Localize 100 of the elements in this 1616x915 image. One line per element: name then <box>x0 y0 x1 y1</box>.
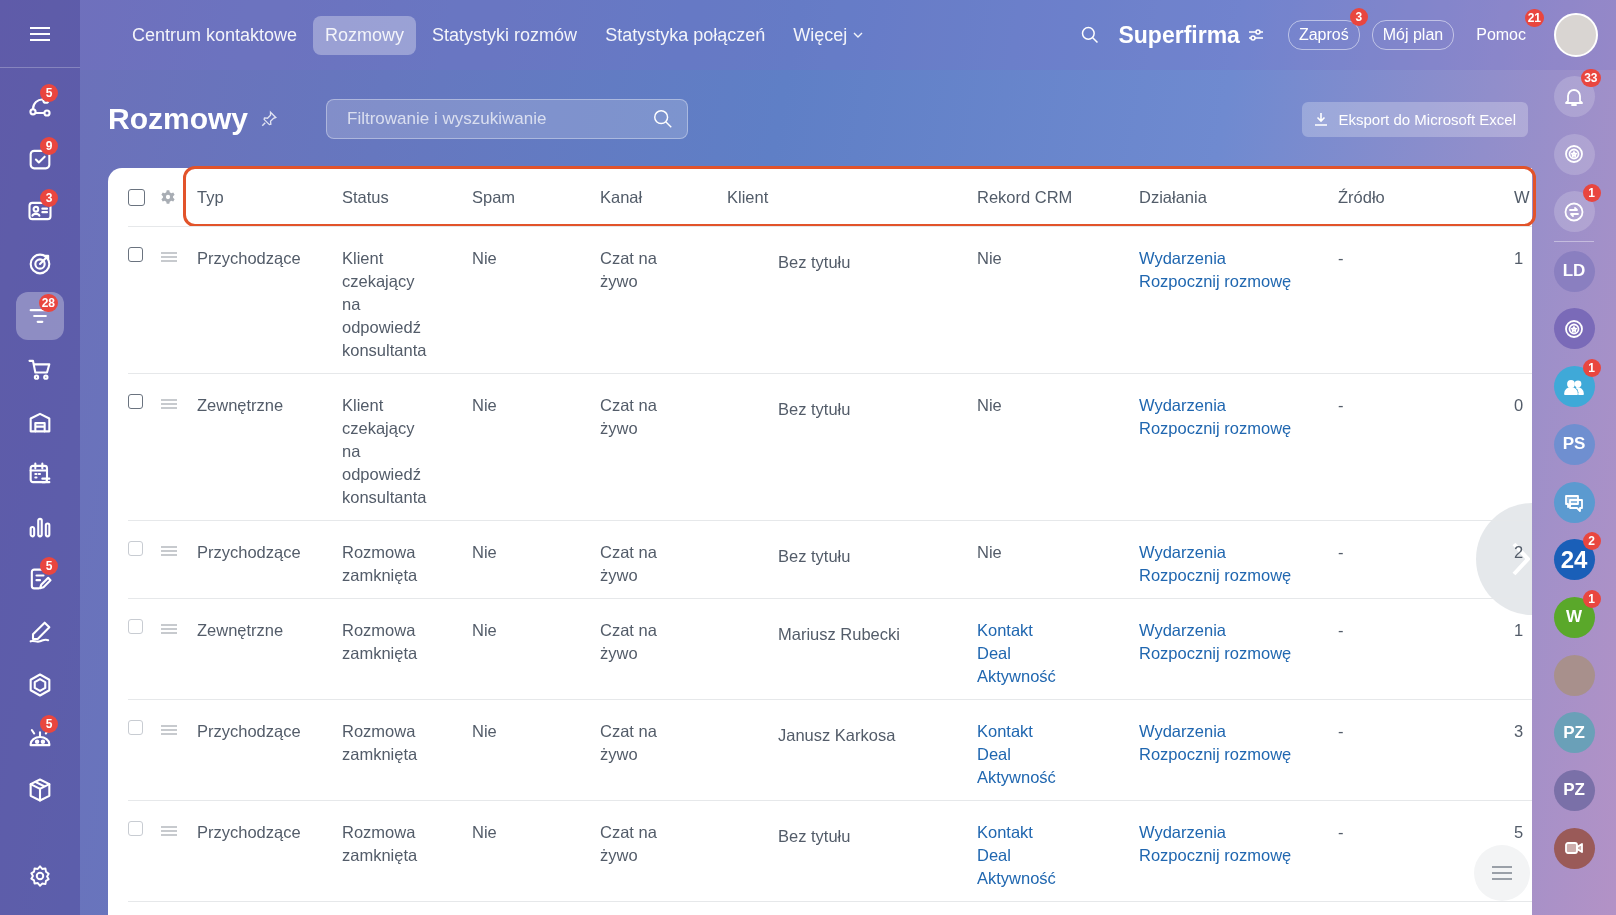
list-icon <box>1491 865 1513 881</box>
column-header[interactable]: Kanał <box>600 185 643 209</box>
table-cell-text: Rozmowa zamknięta <box>342 822 418 866</box>
search-icon[interactable] <box>652 108 674 130</box>
column-header[interactable]: Klient <box>727 185 769 209</box>
action-link[interactable]: Wydarzenia <box>1139 394 1338 417</box>
drag-handle-icon[interactable] <box>160 397 178 411</box>
client-name: Bez tytułu <box>778 399 852 420</box>
notification-badge: 1 <box>1582 589 1601 608</box>
notification-badge: 1 <box>1582 184 1601 203</box>
table-cell-text: 5 <box>1514 822 1524 843</box>
table-cell-text: 3 <box>1514 721 1524 742</box>
settings-icon[interactable] <box>27 863 53 889</box>
pin-icon[interactable] <box>260 110 278 128</box>
drag-handle-icon[interactable] <box>160 723 178 737</box>
sidebar-button[interactable] <box>1553 481 1595 523</box>
drag-handle-icon[interactable] <box>160 622 178 636</box>
avatar-initials[interactable]: LD <box>1553 250 1595 292</box>
table-cell-text: Przychodzące <box>197 542 302 563</box>
checkbox[interactable] <box>128 247 143 262</box>
table-cell-text: Rozmowa zamknięta <box>342 721 418 765</box>
sidebar-item[interactable]: 5 <box>16 555 64 604</box>
checkbox[interactable] <box>128 188 145 206</box>
notification-badge: 1 <box>1582 359 1601 378</box>
table-cell-text: 0 <box>1514 395 1524 416</box>
top-button[interactable]: Mój plan <box>1371 20 1455 50</box>
client-name: Bez tytułu <box>778 252 852 273</box>
drag-handle-icon[interactable] <box>160 544 178 558</box>
table-cell-text: Przychodzące <box>197 248 302 269</box>
sidebar-button[interactable] <box>1553 133 1595 175</box>
table-cell-text: Klient czekający na odpowiedź konsultanta <box>342 395 427 508</box>
sliders-icon[interactable] <box>1247 28 1264 42</box>
page-title: Rozmowy <box>108 102 248 136</box>
notification-badge: 9 <box>40 136 58 155</box>
table-cell-text: 2 <box>1514 542 1524 563</box>
column-header[interactable]: Spam <box>472 185 516 209</box>
avatar-initials[interactable]: PZ <box>1553 769 1595 811</box>
table-cell-text: Zewnętrzne <box>197 395 285 416</box>
table-cell-text: Czat na żywo <box>600 542 658 586</box>
table-cell-text: Czat na żywo <box>600 620 658 664</box>
checkbox[interactable] <box>128 394 143 409</box>
column-header[interactable]: Źródło <box>1338 185 1385 209</box>
column-header[interactable]: Status <box>342 185 389 209</box>
notification-badge: 5 <box>40 557 58 576</box>
table-cell-text: Nie <box>977 395 1003 416</box>
sidebar-item[interactable]: 9 <box>16 134 64 183</box>
sidebar-button[interactable] <box>1553 827 1595 869</box>
table-cell-text: - <box>1338 542 1345 563</box>
table-cell-text: Przychodzące <box>197 822 302 843</box>
menu-icon[interactable] <box>29 25 51 42</box>
notification-badge: 3 <box>40 189 58 208</box>
table-cell-text: Rozmowa zamknięta <box>342 542 418 586</box>
column-header[interactable]: W <box>1514 185 1530 209</box>
column-header[interactable]: Działania <box>1139 185 1207 209</box>
chevron-right-icon <box>1512 542 1530 576</box>
action-link[interactable]: Rozpocznij rozmowę <box>1139 417 1338 440</box>
sidebar-item[interactable]: 28 <box>16 292 64 341</box>
table-cell-text: - <box>1338 395 1345 416</box>
notification-badge: 21 <box>1524 9 1544 27</box>
download-icon <box>1314 112 1329 126</box>
table-cell-text: Zewnętrzne <box>197 620 285 641</box>
action-link[interactable]: Wydarzenia <box>1139 247 1338 270</box>
sidebar-item[interactable]: 5 <box>16 82 64 130</box>
sidebar-item[interactable]: 5 <box>16 713 64 762</box>
sidebar-item[interactable]: 3 <box>16 187 64 236</box>
table-cell-text: - <box>1338 721 1345 742</box>
avatar-initials[interactable]: PS <box>1553 423 1595 465</box>
table-cell-text: Nie <box>977 248 1003 269</box>
table-cell-text: Nie <box>472 822 498 843</box>
search-icon[interactable] <box>1080 25 1101 45</box>
table-cell-text: Czat na żywo <box>600 822 658 866</box>
notification-badge: 28 <box>38 294 58 313</box>
client-name: Janusz Karkosa <box>778 725 897 746</box>
table-cell-text: Nie <box>472 620 498 641</box>
table-cell-text: Nie <box>472 248 498 269</box>
table-cell-text: Czat na żywo <box>600 248 658 292</box>
column-header[interactable]: Typ <box>197 185 224 209</box>
notification-badge: 2 <box>1582 532 1601 551</box>
column-header[interactable]: Rekord CRM <box>977 185 1073 209</box>
action-link[interactable]: Rozpocznij rozmowę <box>1139 270 1338 293</box>
notification-badge: 3 <box>1349 8 1368 26</box>
notification-badge: 5 <box>40 84 58 102</box>
table-cell-text: Nie <box>472 542 498 563</box>
company-name[interactable]: Superfirma <box>1118 21 1240 49</box>
table-cell-text: Nie <box>472 395 498 416</box>
nav-tab[interactable]: Statystyka połączeń <box>593 15 778 55</box>
table-cell-text: Czat na żywo <box>600 721 658 765</box>
nav-tab[interactable]: Statystyki rozmów <box>420 15 590 55</box>
table-cell-text: 1 <box>1514 248 1524 269</box>
drag-handle-icon[interactable] <box>160 824 178 838</box>
table-cell-text: - <box>1338 248 1345 269</box>
nav-tab[interactable]: Więcej <box>781 15 876 55</box>
user-avatar[interactable] <box>1554 13 1598 57</box>
table-cell-text: - <box>1338 822 1345 843</box>
notification-badge: 33 <box>1581 69 1601 87</box>
notification-badge: 5 <box>40 715 58 734</box>
sidebar-button[interactable] <box>1553 308 1595 350</box>
nav-tab[interactable]: Centrum kontaktowe <box>120 15 310 55</box>
client-name: Mariusz Rubecki <box>778 624 901 645</box>
drag-handle-icon[interactable] <box>160 250 178 264</box>
